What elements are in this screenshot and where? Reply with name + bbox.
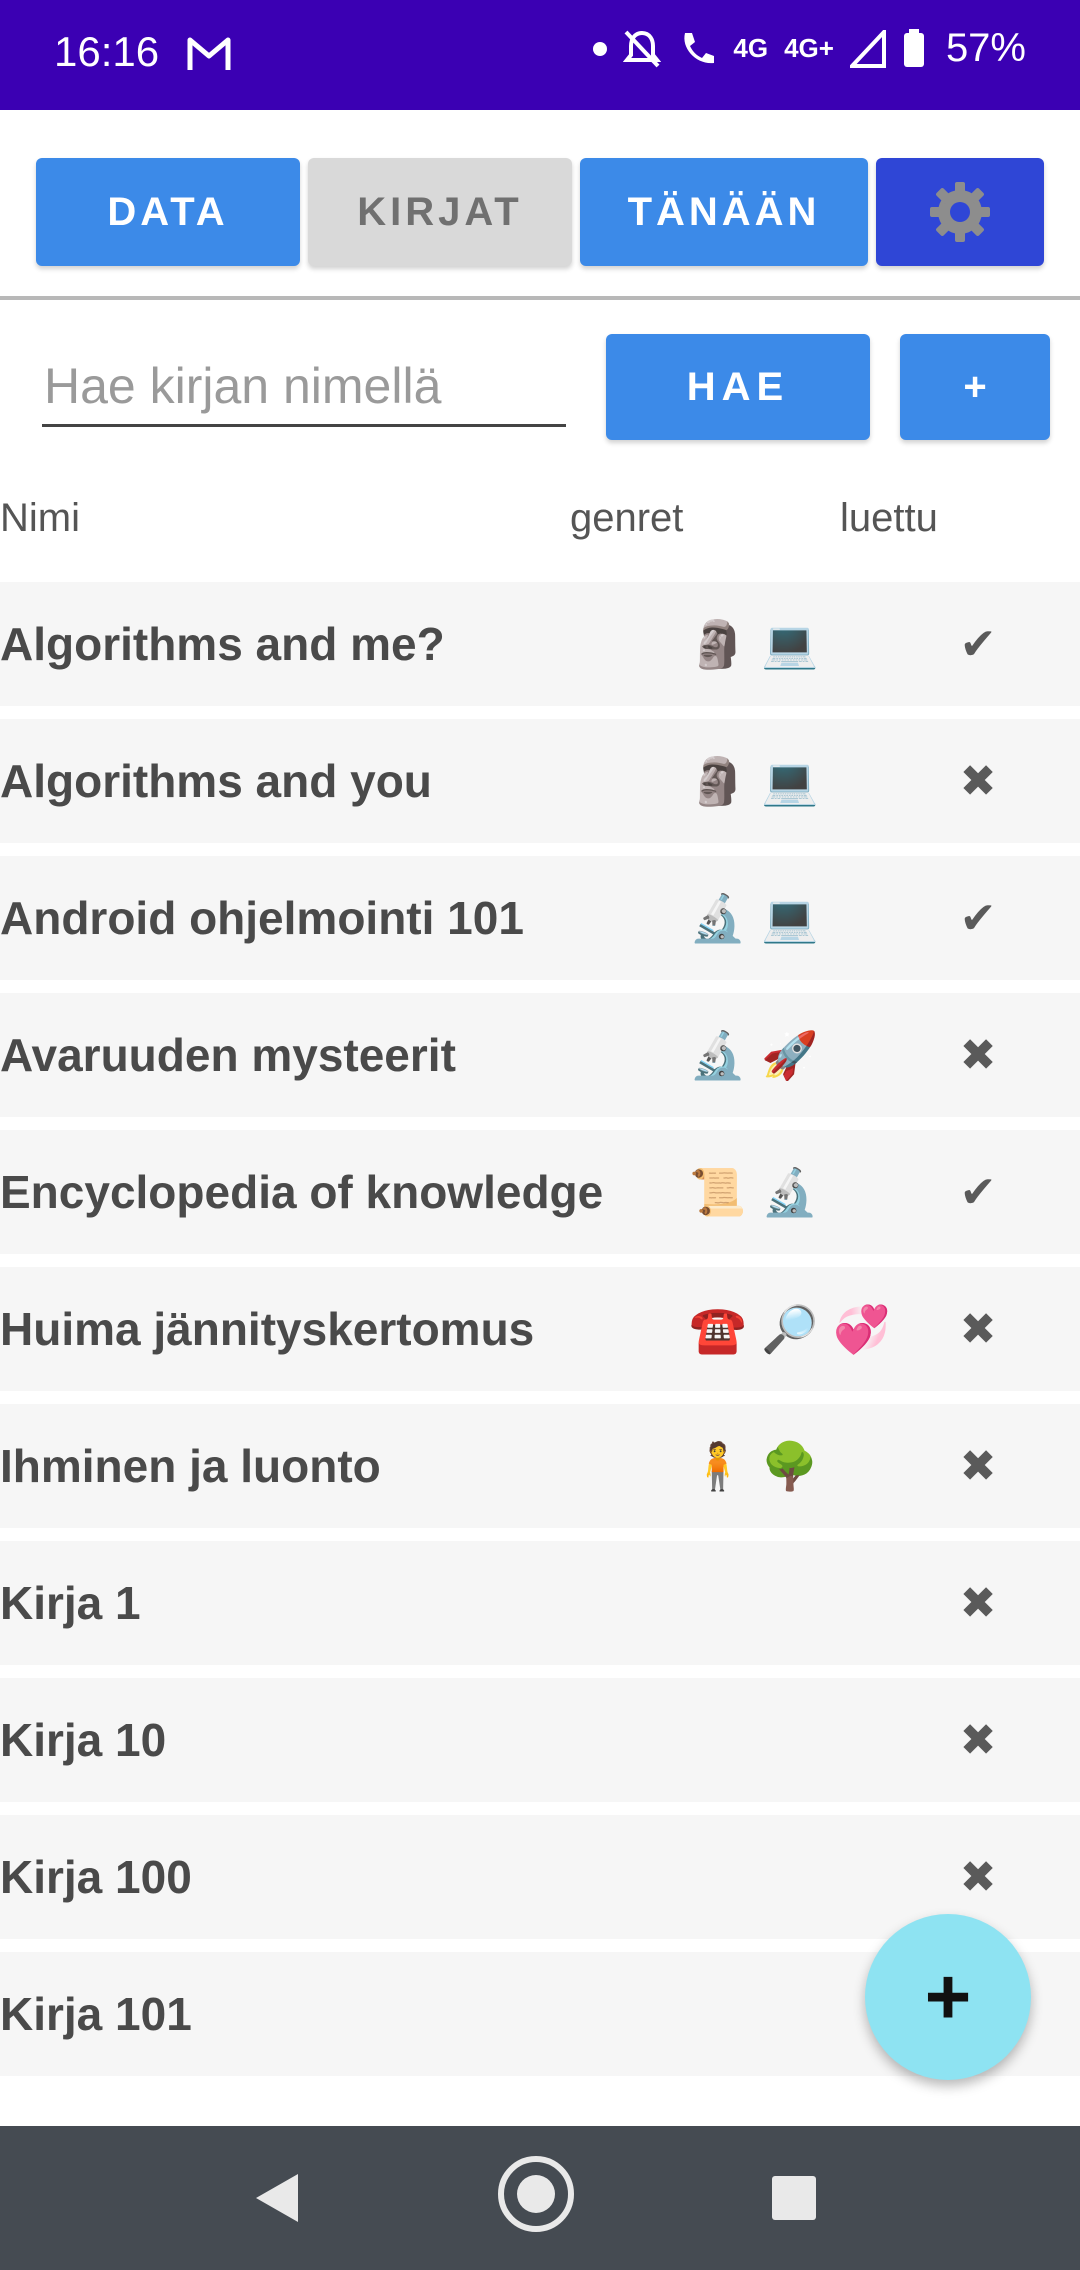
read-status-icon[interactable]: ✖ [950,993,1006,1117]
network-type-label: 4G [733,33,769,63]
moai-icon: 🗿 [689,617,747,670]
read-status-icon[interactable]: ✔ [950,1130,1006,1254]
list-item[interactable]: Ihminen ja luonto 🧍 🌳 ✖ [0,1404,1080,1528]
divider [0,296,1080,300]
recents-icon[interactable] [772,2176,816,2220]
microscope-icon: 🔬 [761,1165,819,1218]
data-button[interactable]: DATA [36,158,300,266]
book-title: Ihminen ja luonto [0,1440,381,1492]
book-title: Kirja 1 [0,1577,141,1629]
add-book-button[interactable]: + [900,334,1050,440]
scroll-icon: 📜 [689,1165,747,1218]
rocket-icon: 🚀 [761,1028,819,1081]
book-title: Algorithms and me? [0,618,445,670]
genre-icons: 📜 🔬 [689,1130,819,1254]
status-bar: 16:16 4G 4G+ 57% [0,0,1080,110]
genre-icons: 🔬 🚀 [689,993,819,1117]
genre-icons: 🔬 💻 [689,856,819,980]
book-title: Kirja 100 [0,1851,192,1903]
list-item[interactable]: Kirja 1 ✖ [0,1541,1080,1665]
microscope-icon: 🔬 [689,1028,747,1081]
tree-icon: 🌳 [761,1439,819,1492]
system-nav-bar [0,2126,1080,2270]
read-status-icon[interactable]: ✖ [950,719,1006,843]
status-time: 16:16 [54,28,160,75]
gear-icon [930,182,990,242]
search-input[interactable] [42,348,566,427]
book-title: Kirja 101 [0,1988,192,2040]
person-icon: 🧍 [689,1439,747,1492]
book-title: Encyclopedia of knowledge [0,1166,604,1218]
read-status-icon[interactable]: ✖ [950,1678,1006,1802]
microscope-icon: 🔬 [689,891,747,944]
laptop-icon: 💻 [761,891,819,944]
notification-dot-icon [593,41,608,56]
list-item[interactable]: Android ohjelmointi 101 🔬 💻 ✔ [0,856,1080,980]
add-fab-button[interactable]: + [865,1914,1031,2080]
hearts-icon: 💞 [833,1302,891,1355]
book-title: Kirja 10 [0,1714,167,1766]
list-item[interactable]: Huima jännityskertomus ☎️ 🔎 💞 ✖ [0,1267,1080,1391]
column-header-name: Nimi [0,496,80,540]
column-header-read: luettu [840,496,938,540]
battery-percent: 57% [945,26,1026,70]
book-list: Algorithms and me? 🗿 💻 ✔ Algorithms and … [0,582,1080,2089]
wifi-call-icon [684,32,715,63]
column-header-genres: genret [570,496,684,540]
read-status-icon[interactable]: ✔ [950,856,1006,980]
tanaan-button[interactable]: TÄNÄÄN [580,158,868,266]
read-status-icon[interactable]: ✔ [950,582,1006,706]
telephone-icon: ☎️ [689,1302,747,1355]
home-icon[interactable] [498,2156,574,2232]
list-item[interactable]: Avaruuden mysteerit 🔬 🚀 ✖ [0,993,1080,1117]
list-item[interactable]: Algorithms and me? 🗿 💻 ✔ [0,582,1080,706]
read-status-icon[interactable]: ✖ [950,1267,1006,1391]
network-type-label-2: 4G+ [784,33,834,63]
book-title: Algorithms and you [0,755,432,807]
signal-icon [849,29,886,68]
status-icons: 4G 4G+ 57% [593,26,1026,71]
book-title: Huima jännityskertomus [0,1303,535,1355]
read-status-icon[interactable]: ✖ [950,1404,1006,1528]
gmail-icon [187,37,231,70]
genre-icons: 🗿 💻 [689,719,819,843]
moai-icon: 🗿 [689,754,747,807]
laptop-icon: 💻 [761,754,819,807]
magnifier-icon: 🔎 [761,1302,819,1355]
genre-icons: 🧍 🌳 [689,1404,819,1528]
list-item[interactable]: Kirja 10 ✖ [0,1678,1080,1802]
top-navigation: DATA KIRJAT TÄNÄÄN [36,158,1046,266]
read-status-icon[interactable]: ✖ [950,1541,1006,1665]
genre-icons: 🗿 💻 [689,582,819,706]
book-title: Avaruuden mysteerit [0,1029,456,1081]
list-item[interactable]: Encyclopedia of knowledge 📜 🔬 ✔ [0,1130,1080,1254]
battery-icon [903,28,924,67]
kirjat-button[interactable]: KIRJAT [308,158,572,266]
settings-button[interactable] [876,158,1044,266]
genre-icons: ☎️ 🔎 💞 [689,1267,891,1391]
list-item[interactable]: Algorithms and you 🗿 💻 ✖ [0,719,1080,843]
back-icon[interactable] [256,2174,298,2222]
book-title: Android ohjelmointi 101 [0,892,524,944]
laptop-icon: 💻 [761,617,819,670]
bell-off-icon [623,30,662,67]
search-button[interactable]: HAE [606,334,870,440]
